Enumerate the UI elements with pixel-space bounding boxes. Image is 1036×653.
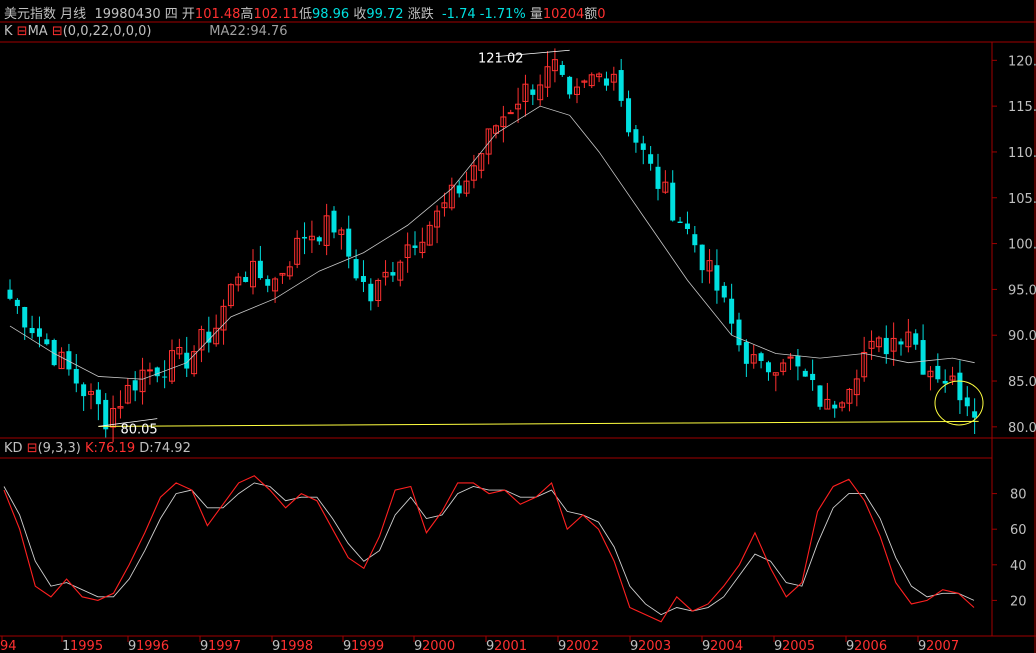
- candle-body-down: [714, 265, 720, 291]
- x-tick-year: 1997: [208, 639, 241, 653]
- candle-body-down: [670, 182, 676, 221]
- candle-body-down: [265, 279, 271, 286]
- candle-body-down: [743, 342, 749, 364]
- candle-body-down: [154, 367, 160, 377]
- candle-body-down: [655, 166, 661, 189]
- candle-body-down: [331, 210, 337, 233]
- candle-body-down: [898, 341, 904, 345]
- x-tick-year: 2001: [494, 639, 527, 653]
- candle-body-down: [942, 380, 948, 384]
- kd-tick-label: 60: [1010, 523, 1027, 538]
- x-tick-year: 2004: [710, 639, 743, 653]
- candle-body-down: [390, 272, 396, 276]
- candle-body-down: [810, 373, 816, 381]
- candle-body-down: [832, 404, 838, 409]
- candle-body-down: [29, 327, 35, 334]
- candle-body-down: [22, 306, 28, 328]
- x-tick-year: 1999: [351, 639, 384, 653]
- x-tick-year: 2005: [782, 639, 815, 653]
- candle-body-down: [633, 129, 639, 143]
- y-tick-label: 85.0: [1008, 375, 1036, 390]
- candle-body-down: [206, 331, 212, 343]
- d-line: [3, 482, 975, 616]
- candle-body-down: [964, 397, 970, 407]
- y-tick-label: 120.0: [1008, 54, 1036, 69]
- x-tick-year: 2000: [422, 639, 455, 653]
- candle-body-down: [73, 368, 79, 384]
- support-line: [98, 420, 979, 427]
- candle-body-down: [920, 340, 926, 375]
- candle-body-down: [817, 385, 823, 407]
- candle-body-down: [729, 298, 735, 324]
- candle-body-down: [648, 154, 654, 164]
- candle-body-down: [530, 89, 536, 95]
- candle-body-up: [146, 369, 153, 372]
- x-tick-year: 1998: [280, 639, 313, 653]
- candle-body-down: [913, 333, 919, 345]
- candle-body-down: [935, 365, 941, 380]
- candle-body-down: [957, 372, 963, 401]
- kd-tick-label: 40: [1010, 559, 1027, 574]
- y-tick-label: 105.0: [1008, 192, 1036, 207]
- x-tick-year: 1995: [70, 639, 103, 653]
- y-tick-label: 95.0: [1008, 283, 1036, 298]
- y-tick-label: 115.0: [1008, 100, 1036, 115]
- k-line: [3, 475, 975, 623]
- candle-body-down: [677, 221, 683, 224]
- candle-body-down: [883, 337, 889, 355]
- candle-body-down: [257, 260, 263, 279]
- y-tick-label: 80.0: [1008, 421, 1036, 436]
- trough-label: 80.05: [120, 422, 157, 437]
- candle-body-down: [684, 223, 690, 230]
- x-tick-year: 2006: [854, 639, 887, 653]
- candle-body-down: [567, 76, 573, 95]
- candle-body-down: [302, 236, 308, 239]
- candle-body-down: [618, 70, 624, 101]
- candle-body-up: [507, 112, 514, 115]
- candle-body-down: [81, 384, 87, 397]
- candle-body-down: [95, 389, 101, 405]
- x-tick-year: 2002: [566, 639, 599, 653]
- candle-body-down: [559, 64, 565, 75]
- y-tick-label: 90.0: [1008, 329, 1036, 344]
- y-tick-label: 110.0: [1008, 146, 1036, 161]
- peak-label: 121.02: [478, 51, 524, 66]
- candle-body-down: [721, 285, 727, 298]
- x-tick-year: 2003: [638, 639, 671, 653]
- candle-body-down: [14, 299, 20, 307]
- candle-body-down: [758, 353, 764, 361]
- candle-body-down: [736, 319, 742, 346]
- x-tick-year: 2007: [926, 639, 959, 653]
- x-tick-year: 94: [0, 639, 17, 653]
- candle-body-down: [795, 355, 801, 367]
- candle-body-down: [603, 78, 609, 86]
- candle-body-down: [692, 234, 698, 246]
- chart-canvas[interactable]: 120.0 115.0 110.0 105.0 100.0 95.0 90.0 85.0 80.…: [0, 0, 1036, 653]
- candle-body-down: [243, 276, 249, 282]
- candle-body-down: [353, 259, 359, 279]
- candle-body-down: [640, 143, 646, 150]
- candle-body-down: [456, 185, 462, 194]
- candle-body-down: [626, 98, 632, 133]
- y-tick-label: 100.0: [1008, 238, 1036, 253]
- candle-body-down: [972, 411, 978, 418]
- candle-body-down: [346, 228, 352, 257]
- candle-body-down: [699, 244, 705, 271]
- candle-body-down: [412, 245, 418, 248]
- candle-body-down: [36, 328, 42, 337]
- kd-tick-label: 20: [1010, 594, 1027, 609]
- candle-body-down: [368, 283, 374, 302]
- candle-body-down: [316, 237, 322, 242]
- ma22-line: [9, 105, 975, 380]
- candle-body-down: [802, 370, 808, 377]
- x-tick-year: 1996: [136, 639, 169, 653]
- candle-body-down: [132, 380, 138, 391]
- kd-tick-label: 80: [1010, 488, 1027, 503]
- candle-body-down: [765, 362, 771, 373]
- candle-body-down: [162, 376, 168, 378]
- candle-body-down: [44, 339, 50, 345]
- candle-body-down: [7, 289, 13, 299]
- candle-body-down: [360, 276, 366, 282]
